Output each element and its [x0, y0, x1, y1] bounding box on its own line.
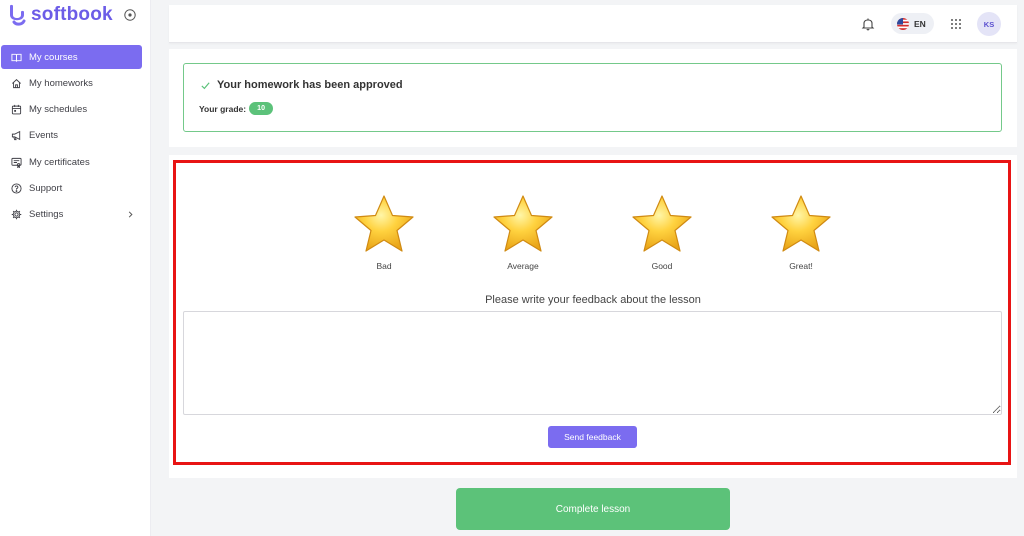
topbar: EN KS [169, 5, 1017, 43]
calendar-icon [11, 105, 22, 115]
rating-great[interactable]: Great! [766, 193, 836, 271]
certificate-icon [11, 157, 22, 168]
us-flag-icon [897, 17, 909, 30]
softbook-logo-icon [10, 4, 26, 26]
brand-logo[interactable]: softbook [6, 2, 113, 28]
star-icon [771, 195, 831, 252]
sidebar-item-events[interactable]: Events [1, 124, 142, 148]
help-circle-icon [11, 183, 22, 194]
grade-label: Your grade: [199, 103, 247, 114]
collapse-sidebar-icon[interactable] [124, 9, 136, 21]
sidebar-item-my-certificates[interactable]: My certificates [1, 150, 142, 174]
star-icon [354, 195, 414, 252]
approved-alert: Your homework has been approved Your gra… [183, 63, 1002, 132]
sidebar-item-my-homeworks[interactable]: My homeworks [1, 71, 142, 95]
sidebar-item-label: Events [29, 130, 59, 142]
avatar[interactable]: KS [977, 12, 1001, 36]
rating-average[interactable]: Average [488, 193, 558, 271]
rating-label: Great! [789, 261, 813, 271]
apps-grid-icon[interactable] [950, 18, 962, 30]
book-icon [11, 53, 22, 62]
feedback-prompt: Please write your feedback about the les… [485, 294, 701, 306]
megaphone-icon [11, 131, 21, 141]
rating-good[interactable]: Good [627, 193, 697, 271]
chevron-right-icon [128, 211, 133, 218]
star-icon [632, 195, 692, 252]
sidebar-item-label: Support [29, 182, 63, 194]
approved-status-text: Your homework has been approved [217, 79, 403, 91]
send-feedback-button[interactable]: Send feedback [548, 426, 637, 448]
rating-label: Good [651, 261, 673, 271]
complete-lesson-button[interactable]: Complete lesson [456, 488, 730, 530]
sidebar-item-label: My courses [29, 51, 78, 63]
sidebar-nav: My courses My homeworks My schedules Eve… [1, 45, 142, 229]
feedback-textarea[interactable] [183, 311, 1002, 415]
rating-label: Bad [376, 261, 392, 271]
language-selector[interactable]: EN [891, 13, 934, 34]
bell-icon[interactable] [861, 17, 875, 31]
sidebar-item-label: My schedules [29, 104, 88, 116]
star-icon [493, 195, 553, 252]
sidebar-item-label: Settings [29, 209, 64, 221]
sidebar-item-settings[interactable]: Settings [1, 203, 142, 227]
approved-title: Your homework has been approved [200, 79, 403, 91]
sidebar-item-my-schedules[interactable]: My schedules [1, 98, 142, 122]
brand-name: softbook [31, 4, 113, 25]
homework-status-card: Your homework has been approved Your gra… [169, 49, 1017, 147]
grade-row: Your grade: 10 [199, 102, 274, 115]
sidebar-item-support[interactable]: Support [1, 176, 142, 200]
language-label: EN [914, 18, 926, 29]
sidebar-item-my-courses[interactable]: My courses [1, 45, 142, 69]
check-icon [201, 81, 210, 89]
gear-icon [11, 210, 22, 220]
home-icon [12, 78, 21, 88]
sidebar: softbook My courses My homeworks My sche… [0, 0, 151, 536]
sidebar-item-label: My homeworks [29, 77, 93, 89]
sidebar-item-label: My certificates [29, 156, 90, 168]
rating-label: Average [507, 261, 539, 271]
grade-badge: 10 [249, 102, 274, 115]
feedback-card: Bad Average Good Great! Please write you… [169, 155, 1017, 478]
rating-bad[interactable]: Bad [349, 193, 419, 271]
